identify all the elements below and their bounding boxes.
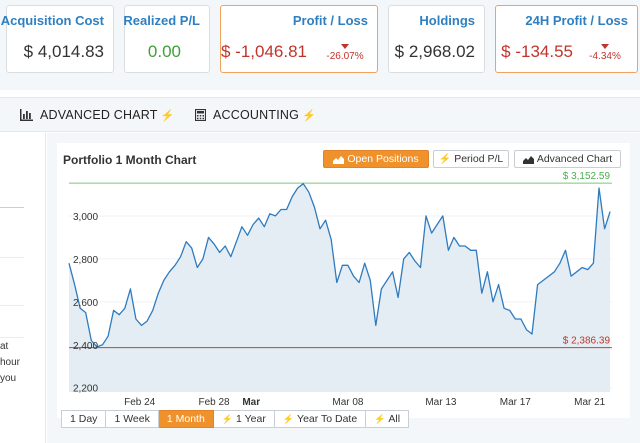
left-text-line: at [0,341,9,352]
realized-pl-title: Realized P/L [123,13,200,28]
profit-loss-value: $ -1,046.81 [220,42,307,61]
y-tick-label: 2,200 [73,384,98,395]
bolt-icon: ⚡ [282,413,295,424]
x-axis-ticks: Feb 24 Feb 28 Mar Mar 08 Mar 13 Mar 17 Mar 21 [124,397,606,408]
profit-loss-card: Profit / Loss $ -1,046.81 -26.07% [220,5,378,73]
tab-advanced-chart[interactable]: ADVANCED CHART ⚡ [20,108,175,122]
bar-chart-icon [20,109,33,121]
bolt-icon: ⚡ [374,413,386,424]
profit-loss-title: Profit / Loss [292,13,368,28]
range-button-label: 1 Month [166,413,205,425]
max-value-label: $ 3,152.59 [563,171,611,182]
divider [0,257,24,258]
range-button-label: 1 Week [114,413,150,425]
x-tick-label: Feb 24 [124,397,156,408]
portfolio-area [69,183,611,392]
24h-profit-loss-title: 24H Profit / Loss [525,13,628,28]
holdings-card: Holdings $ 2,968.02 [388,5,485,73]
calculator-icon [195,109,206,121]
tab-advanced-chart-label: ADVANCED CHART [40,108,158,122]
holdings-value: $ 2,968.02 [394,42,475,61]
range-button-label: 1 Year [236,413,266,425]
x-tick-label: Feb 28 [198,397,230,408]
divider [0,337,24,338]
y-tick-label: 2,600 [73,298,98,309]
x-tick-label: Mar [242,397,260,408]
tab-accounting-label: ACCOUNTING [213,108,300,122]
realized-pl-card: Realized P/L 0.00 [123,5,210,73]
24h-profit-loss-change: -4.34% [581,44,629,62]
left-text-line: hour [0,357,21,368]
y-tick-label: 3,000 [73,212,98,223]
profit-loss-change: -26.07% [321,44,369,62]
portfolio-chart[interactable]: 2,200 2,400 2,600 2,800 3,000 Feb 24 Feb 28 Ma… [57,143,630,418]
left-text-line: you [0,373,17,384]
range-button[interactable]: 1 Week [106,410,159,428]
range-button-label: Year To Date [297,413,358,425]
y-tick-label: 2,400 [73,341,98,352]
range-button-label: All [388,413,401,425]
range-button[interactable]: 1 Day [61,410,107,428]
range-selector: 1 Day 1 Week 1 Month ⚡ 1 Year ⚡ Year To Date ⚡ A… [61,410,410,428]
bolt-icon: ⚡ [160,109,175,122]
min-value-label: $ 2,386.39 [563,336,611,347]
profit-loss-change-text: -26.07% [326,51,364,62]
tab-accounting[interactable]: ACCOUNTING ⚡ [195,108,316,122]
x-tick-label: Mar 08 [332,397,364,408]
y-tick-label: 2,800 [73,255,98,266]
bolt-icon: ⚡ [302,109,316,122]
stats-bar: Acquisition Cost $ 4,014.83 Realized P/L… [0,0,640,90]
down-triangle-icon [601,44,609,49]
chart-container: Portfolio 1 Month Chart Open Positions ⚡… [57,143,630,418]
range-button[interactable]: ⚡ 1 Year [213,410,275,428]
down-triangle-icon [341,44,349,49]
acquisition-cost-value: $ 4,014.83 [23,42,104,61]
range-button-label: 1 Day [70,413,98,425]
x-tick-label: Mar 13 [425,397,457,408]
acquisition-cost-title: Acquisition Cost [0,13,104,28]
acquisition-cost-card: Acquisition Cost $ 4,014.83 [1,5,114,73]
divider [0,305,24,306]
24h-profit-loss-card: 24H Profit / Loss $ -134.55 -4.34% [495,5,638,73]
range-button[interactable]: 1 Month [158,410,214,428]
divider [0,207,24,208]
section-tabs: ADVANCED CHART ⚡ ACCOUNTING ⚡ [0,97,640,132]
x-tick-label: Mar 21 [574,397,606,408]
24h-profit-loss-value: $ -134.55 [501,42,573,61]
realized-pl-value: 0.00 [147,42,181,61]
range-button[interactable]: ⚡ All [366,410,410,428]
range-button[interactable]: ⚡ Year To Date [274,410,367,428]
bolt-icon: ⚡ [221,413,234,424]
24h-profit-loss-change-text: -4.34% [589,51,621,62]
x-tick-label: Mar 17 [500,397,532,408]
chart-panel: Portfolio 1 Month Chart Open Positions ⚡… [47,133,640,443]
left-side-panel: at hour you [0,133,46,443]
holdings-title: Holdings [419,13,475,28]
